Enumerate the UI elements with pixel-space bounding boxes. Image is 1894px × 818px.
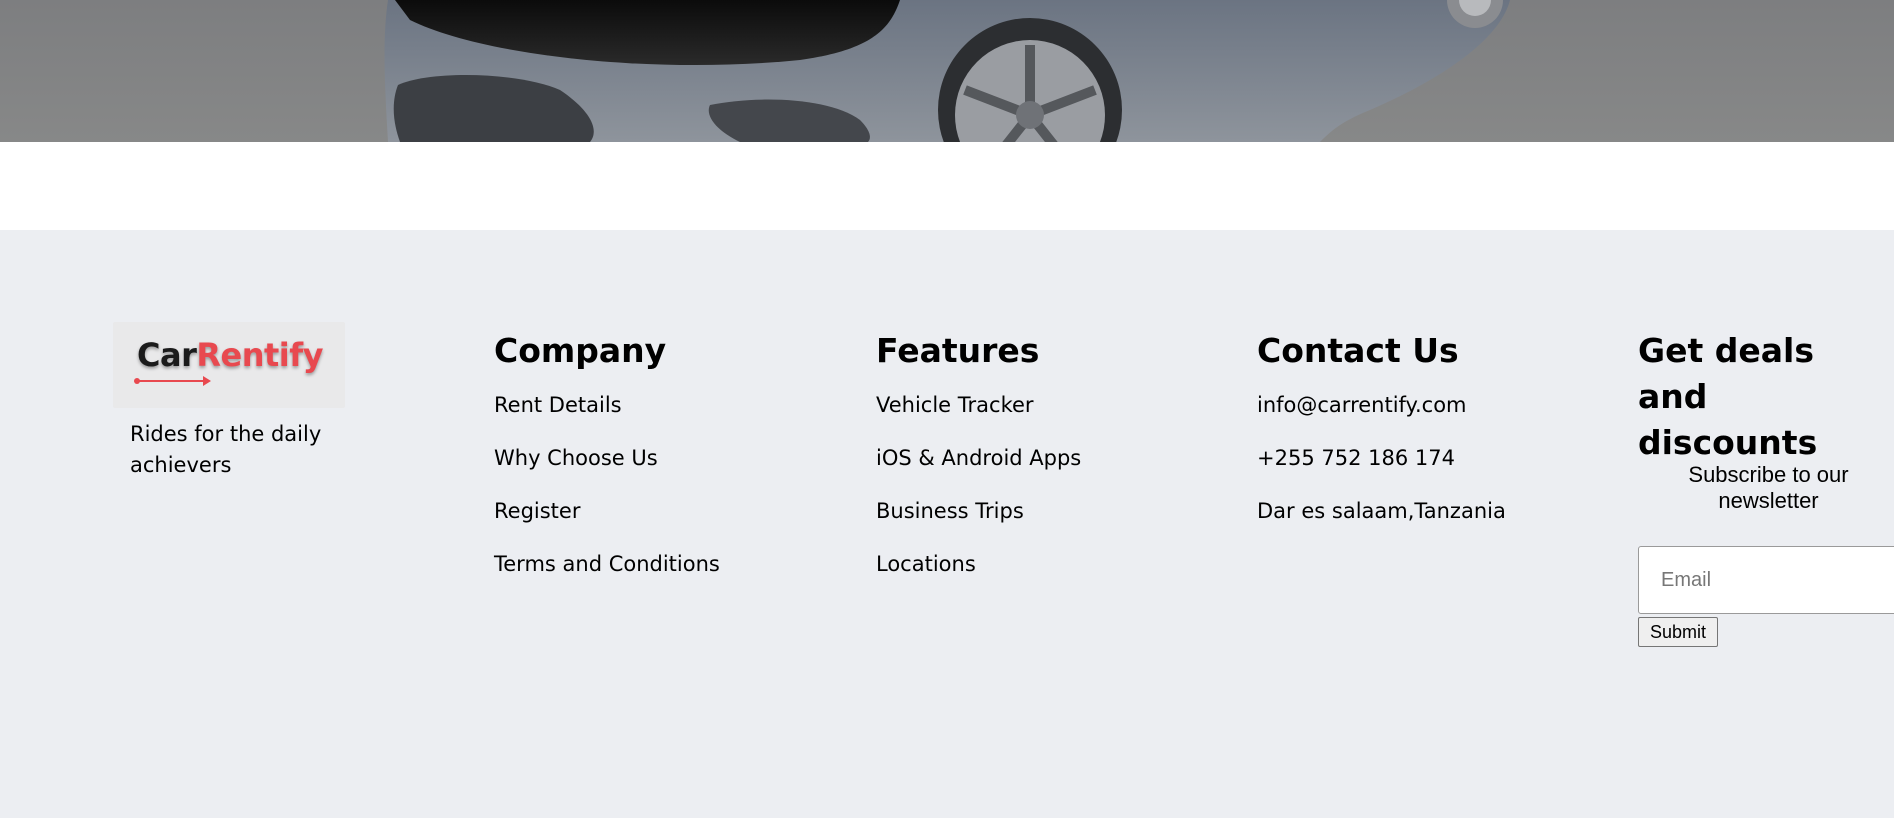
contact-address: Dar es salaam,Tanzania: [1257, 499, 1506, 523]
footer-column-deals: Get deals and discounts: [1638, 328, 1894, 466]
footer-link-vehicle-tracker[interactable]: Vehicle Tracker: [876, 379, 1081, 432]
contact-details: info@carrentify.com +255 752 186 174 Dar…: [1257, 379, 1506, 538]
newsletter-text: Subscribe to our newsletter: [1688, 462, 1849, 513]
contact-heading: Contact Us: [1257, 331, 1459, 370]
footer-column-features: Features Vehicle Tracker iOS & Android A…: [876, 328, 1081, 591]
hero-car-image: [0, 0, 1894, 142]
company-heading: Company: [494, 331, 667, 370]
logo-arrow-icon: [134, 376, 211, 386]
logo-wordmark: CarRentify: [137, 336, 324, 374]
company-links: Rent Details Why Choose Us Register Term…: [494, 379, 720, 591]
footer-link-why-choose-us[interactable]: Why Choose Us: [494, 432, 720, 485]
logo-text-car: Car: [137, 336, 197, 374]
brand-tagline: Rides for the daily achievers: [130, 422, 322, 477]
features-links: Vehicle Tracker iOS & Android Apps Busin…: [876, 379, 1081, 591]
footer-link-business-trips[interactable]: Business Trips: [876, 485, 1081, 538]
contact-phone[interactable]: +255 752 186 174: [1257, 432, 1506, 485]
footer-link-apps[interactable]: iOS & Android Apps: [876, 432, 1081, 485]
car-illustration: [384, 0, 1510, 142]
features-heading: Features: [876, 331, 1040, 370]
footer-column-company: Company Rent Details Why Choose Us Regis…: [494, 328, 720, 591]
contact-email[interactable]: info@carrentify.com: [1257, 379, 1506, 432]
brand-logo[interactable]: CarRentify: [113, 322, 345, 408]
footer-link-terms[interactable]: Terms and Conditions: [494, 538, 720, 591]
footer-link-rent-details[interactable]: Rent Details: [494, 379, 720, 432]
newsletter-email-input[interactable]: [1638, 546, 1894, 614]
footer-link-locations[interactable]: Locations: [876, 538, 1081, 591]
newsletter-submit-button[interactable]: Submit: [1638, 617, 1718, 647]
footer-column-contact: Contact Us info@carrentify.com +255 752 …: [1257, 328, 1506, 538]
white-spacer: [0, 142, 1894, 230]
deals-heading: Get deals and discounts: [1638, 331, 1818, 462]
logo-text-rentify: Rentify: [196, 336, 324, 374]
footer-link-register[interactable]: Register: [494, 485, 720, 538]
